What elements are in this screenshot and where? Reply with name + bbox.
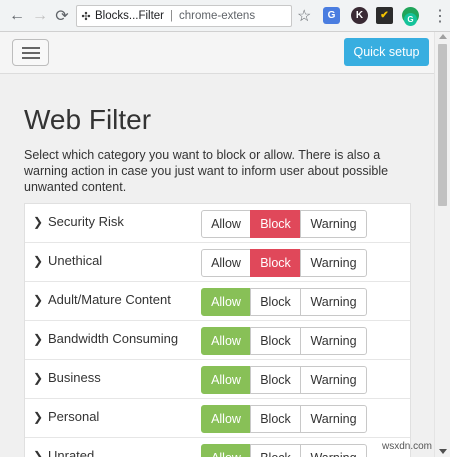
- back-arrow-icon[interactable]: ←: [6, 5, 28, 27]
- category-row[interactable]: ❯ Unrated AllowBlockWarning: [25, 438, 410, 457]
- allow-button[interactable]: Allow: [201, 249, 251, 277]
- category-row[interactable]: ❯ Adult/Mature Content Allow Block Warning: [25, 282, 410, 321]
- category-label: Adult/Mature Content: [48, 292, 171, 307]
- allow-button[interactable]: Allow: [201, 366, 251, 394]
- warning-button[interactable]: Warning: [300, 444, 367, 457]
- category-label: Business: [48, 370, 101, 385]
- block-button[interactable]: Block: [250, 210, 301, 238]
- category-row[interactable]: ❯ Unethical Allow Block Warning: [25, 243, 410, 282]
- hamburger-menu-icon[interactable]: [12, 39, 49, 66]
- grammarly-extension-icon[interactable]: G: [404, 13, 417, 26]
- chevron-right-icon[interactable]: ❯: [33, 449, 43, 457]
- category-list: ❯ Security Risk Allow Block Warning ❯ Unethica…: [24, 203, 411, 457]
- chevron-right-icon[interactable]: ❯: [33, 215, 43, 229]
- action-toggle: AllowBlockWarning: [201, 249, 367, 277]
- bookmark-star-icon[interactable]: ☆: [297, 6, 311, 26]
- action-toggle: AllowBlockWarning: [201, 327, 367, 355]
- page-title: Web Filter: [24, 104, 152, 135]
- quick-setup-button[interactable]: Quick setup: [344, 38, 429, 66]
- allow-button[interactable]: Allow: [201, 405, 251, 433]
- allow-button[interactable]: Allow: [201, 327, 251, 355]
- app-topbar: Quick setup: [0, 32, 434, 74]
- block-button[interactable]: Block: [250, 327, 301, 355]
- block-button[interactable]: Block: [250, 366, 301, 394]
- reload-icon[interactable]: ⟳: [51, 5, 73, 27]
- chevron-right-icon[interactable]: ❯: [33, 410, 43, 424]
- page-description: Select which category you want to block …: [24, 148, 389, 194]
- category-label: Unethical: [48, 253, 103, 268]
- category-label: Personal: [48, 409, 100, 424]
- translate-extension-icon[interactable]: G: [323, 7, 340, 24]
- category-row[interactable]: ❯ Business Allow Block Warning: [25, 360, 410, 399]
- scrollbar-thumb[interactable]: [438, 44, 447, 206]
- warning-button[interactable]: Warning: [300, 210, 367, 238]
- chevron-right-icon[interactable]: ❯: [33, 293, 43, 307]
- puzzle-icon: ✣: [81, 10, 91, 23]
- category-row[interactable]: ❯ Bandwidth Consuming Allow Block Warning: [25, 321, 410, 360]
- chevron-right-icon[interactable]: ❯: [33, 254, 43, 268]
- action-toggle: AllowBlockWarning: [201, 288, 367, 316]
- warning-button[interactable]: Warning: [300, 405, 367, 433]
- action-toggle: AllowBlockWarning: [201, 444, 367, 457]
- action-toggle: AllowBlockWarning: [201, 405, 367, 433]
- allow-button[interactable]: Allow: [201, 210, 251, 238]
- checkmark-extension-icon[interactable]: ✔: [376, 7, 393, 24]
- chevron-right-icon[interactable]: ❯: [33, 371, 43, 385]
- block-button[interactable]: Block: [250, 444, 301, 457]
- watermark: wsxdn.com: [382, 441, 433, 452]
- block-button[interactable]: Block: [250, 405, 301, 433]
- forward-arrow-icon[interactable]: →: [29, 5, 51, 27]
- category-row[interactable]: ❯ Security Risk Allow Block Warning: [25, 204, 410, 243]
- category-row[interactable]: ❯ Personal Allow Block Warning: [25, 399, 410, 438]
- warning-button[interactable]: Warning: [300, 249, 367, 277]
- warning-button[interactable]: Warning: [300, 288, 367, 316]
- block-button[interactable]: Block: [250, 249, 301, 277]
- address-bar[interactable]: ✣ Blocks...Filter | chrome-extens: [76, 5, 292, 27]
- k-extension-icon[interactable]: K: [351, 7, 368, 24]
- block-button[interactable]: Block: [250, 288, 301, 316]
- url-text: chrome-extens: [179, 10, 256, 22]
- menu-dots-icon[interactable]: ⋮: [432, 6, 448, 26]
- scroll-up-arrow-icon[interactable]: [439, 34, 447, 39]
- allow-button[interactable]: Allow: [201, 288, 251, 316]
- browser-toolbar: ← → ⟳ ✣ Blocks...Filter | chrome-extens …: [0, 0, 450, 32]
- category-label: Unrated: [48, 448, 95, 457]
- warning-button[interactable]: Warning: [300, 327, 367, 355]
- allow-button[interactable]: Allow: [201, 444, 251, 457]
- page: Quick setup Web Filter Select which cate…: [0, 32, 450, 457]
- address-separator: |: [170, 10, 174, 22]
- category-label: Bandwidth Consuming: [48, 331, 179, 346]
- warning-button[interactable]: Warning: [300, 366, 367, 394]
- category-label: Security Risk: [48, 214, 124, 229]
- action-toggle: AllowBlockWarning: [201, 366, 367, 394]
- action-toggle: AllowBlockWarning: [201, 210, 367, 238]
- chevron-right-icon[interactable]: ❯: [33, 332, 43, 346]
- scroll-down-arrow-icon[interactable]: [439, 449, 447, 454]
- tab-title: Blocks...Filter: [95, 10, 165, 22]
- scrollbar[interactable]: [434, 32, 450, 457]
